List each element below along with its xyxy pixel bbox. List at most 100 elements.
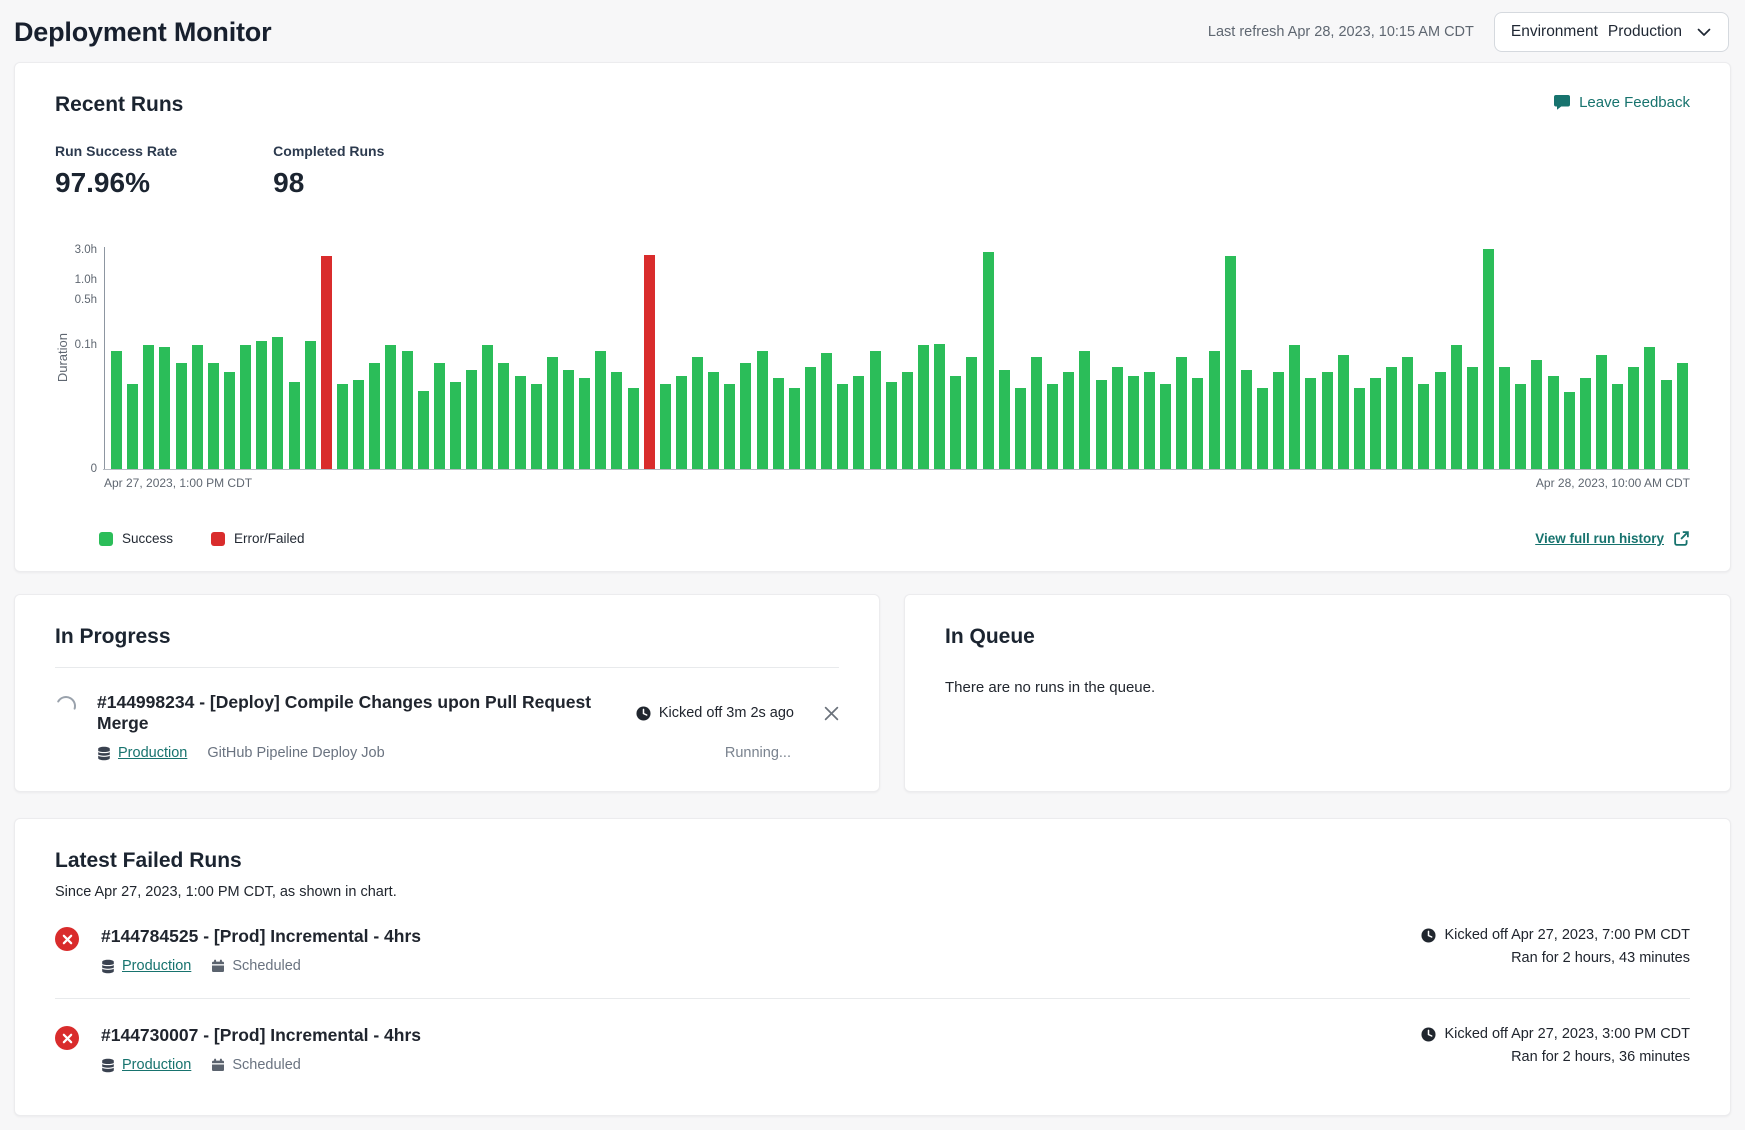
chart-bar-success[interactable] bbox=[773, 378, 784, 469]
chart-bar-success[interactable] bbox=[1499, 367, 1510, 469]
chart-bar-success[interactable] bbox=[870, 351, 881, 469]
chart-bar-success[interactable] bbox=[289, 382, 300, 469]
chart-bar-success[interactable] bbox=[918, 345, 929, 469]
chart-bar-success[interactable] bbox=[369, 363, 380, 469]
environment-tag[interactable]: Production bbox=[101, 1057, 191, 1073]
chart-bar-success[interactable] bbox=[902, 372, 913, 469]
chart-bar-success[interactable] bbox=[176, 363, 187, 469]
chart-bar-success[interactable] bbox=[1515, 384, 1526, 469]
view-full-run-history-link[interactable]: View full run history bbox=[1535, 530, 1690, 547]
chart-bar-success[interactable] bbox=[821, 353, 832, 469]
chart-bar-success[interactable] bbox=[660, 384, 671, 469]
chart-bar-success[interactable] bbox=[1047, 384, 1058, 469]
chart-bar-success[interactable] bbox=[1338, 355, 1349, 469]
chart-bar-success[interactable] bbox=[337, 384, 348, 469]
chart-bar-success[interactable] bbox=[1564, 392, 1575, 469]
chart-bar-success[interactable] bbox=[579, 378, 590, 469]
chart-bar-success[interactable] bbox=[1661, 380, 1672, 470]
chart-bar-success[interactable] bbox=[240, 345, 251, 469]
chart-bar-success[interactable] bbox=[1305, 378, 1316, 469]
chart-bar-success[interactable] bbox=[1548, 376, 1559, 469]
chart-bar-success[interactable] bbox=[1112, 367, 1123, 469]
chart-bar-success[interactable] bbox=[950, 376, 961, 469]
chart-bar-success[interactable] bbox=[837, 384, 848, 469]
chart-bar-success[interactable] bbox=[1160, 384, 1171, 469]
chart-bar-success[interactable] bbox=[1467, 367, 1478, 469]
chart-bar-success[interactable] bbox=[1241, 370, 1252, 469]
chart-bar-success[interactable] bbox=[224, 372, 235, 469]
chart-bar-failed[interactable] bbox=[321, 256, 332, 469]
chart-bar-success[interactable] bbox=[611, 372, 622, 469]
chart-bar-success[interactable] bbox=[482, 345, 493, 469]
chart-bar-success[interactable] bbox=[418, 391, 429, 469]
chart-bar-success[interactable] bbox=[1096, 380, 1107, 470]
chart-bar-failed[interactable] bbox=[644, 255, 655, 469]
chart-bar-success[interactable] bbox=[1596, 355, 1607, 469]
chart-bar-success[interactable] bbox=[724, 384, 735, 469]
chart-bar-success[interactable] bbox=[515, 376, 526, 469]
chart-bar-success[interactable] bbox=[127, 384, 138, 469]
chart-bar-success[interactable] bbox=[1031, 357, 1042, 469]
leave-feedback-link[interactable]: Leave Feedback bbox=[1553, 93, 1690, 111]
cancel-run-button[interactable] bbox=[824, 706, 839, 721]
chart-bar-success[interactable] bbox=[272, 337, 283, 469]
chart-bar-success[interactable] bbox=[111, 351, 122, 469]
chart-bar-success[interactable] bbox=[563, 370, 574, 469]
chart-bar-success[interactable] bbox=[1418, 384, 1429, 469]
chart-bar-success[interactable] bbox=[983, 252, 994, 469]
chart-bar-success[interactable] bbox=[1209, 351, 1220, 469]
chart-bar-success[interactable] bbox=[1370, 378, 1381, 469]
chart-bar-success[interactable] bbox=[498, 363, 509, 469]
chart-bar-success[interactable] bbox=[192, 345, 203, 469]
chart-bar-success[interactable] bbox=[1354, 388, 1365, 469]
chart-bar-success[interactable] bbox=[757, 351, 768, 469]
chart-bar-success[interactable] bbox=[256, 341, 267, 469]
chart-bar-success[interactable] bbox=[805, 367, 816, 469]
chart-bar-success[interactable] bbox=[966, 357, 977, 469]
chart-bar-success[interactable] bbox=[1079, 351, 1090, 469]
environment-tag[interactable]: Production bbox=[97, 745, 187, 761]
chart-bar-success[interactable] bbox=[1128, 376, 1139, 469]
chart-bar-success[interactable] bbox=[1225, 256, 1236, 469]
chart-bar-success[interactable] bbox=[208, 363, 219, 469]
chart-bar-success[interactable] bbox=[1628, 367, 1639, 469]
chart-bar-success[interactable] bbox=[595, 351, 606, 469]
chart-bar-success[interactable] bbox=[1273, 372, 1284, 469]
chart-bar-success[interactable] bbox=[305, 341, 316, 469]
chart-bar-success[interactable] bbox=[1289, 345, 1300, 469]
chart-bar-success[interactable] bbox=[676, 376, 687, 469]
chart-bar-success[interactable] bbox=[999, 370, 1010, 469]
chart-bar-success[interactable] bbox=[886, 382, 897, 469]
chart-bar-success[interactable] bbox=[1580, 378, 1591, 469]
chart-bar-success[interactable] bbox=[1063, 372, 1074, 469]
chart-bar-success[interactable] bbox=[1257, 388, 1268, 469]
chart-bar-success[interactable] bbox=[789, 388, 800, 469]
chart-bar-success[interactable] bbox=[450, 382, 461, 469]
environment-tag[interactable]: Production bbox=[101, 958, 191, 974]
chart-bar-success[interactable] bbox=[628, 388, 639, 469]
chart-bar-success[interactable] bbox=[1677, 363, 1688, 469]
chart-bar-success[interactable] bbox=[531, 384, 542, 469]
chart-bar-success[interactable] bbox=[1386, 367, 1397, 469]
chart-bar-success[interactable] bbox=[1451, 345, 1462, 469]
chart-bar-success[interactable] bbox=[547, 357, 558, 469]
chart-bar-success[interactable] bbox=[934, 344, 945, 469]
chart-bar-success[interactable] bbox=[1483, 249, 1494, 469]
chart-bar-success[interactable] bbox=[159, 347, 170, 469]
chart-bar-success[interactable] bbox=[1531, 360, 1542, 469]
chart-bar-success[interactable] bbox=[1644, 347, 1655, 469]
chart-bar-success[interactable] bbox=[1435, 372, 1446, 469]
chart-bar-success[interactable] bbox=[1015, 388, 1026, 469]
chart-bar-success[interactable] bbox=[143, 345, 154, 469]
chart-bar-success[interactable] bbox=[692, 357, 703, 469]
chart-bar-success[interactable] bbox=[708, 372, 719, 469]
chart-bar-success[interactable] bbox=[353, 380, 364, 470]
chart-bar-success[interactable] bbox=[1192, 378, 1203, 469]
chart-bar-success[interactable] bbox=[740, 363, 751, 469]
chart-bar-success[interactable] bbox=[402, 351, 413, 469]
chart-bar-success[interactable] bbox=[466, 370, 477, 469]
chart-bar-success[interactable] bbox=[853, 376, 864, 469]
chart-bar-success[interactable] bbox=[1402, 357, 1413, 469]
chart-bar-success[interactable] bbox=[1144, 372, 1155, 469]
chart-bar-success[interactable] bbox=[1322, 372, 1333, 469]
